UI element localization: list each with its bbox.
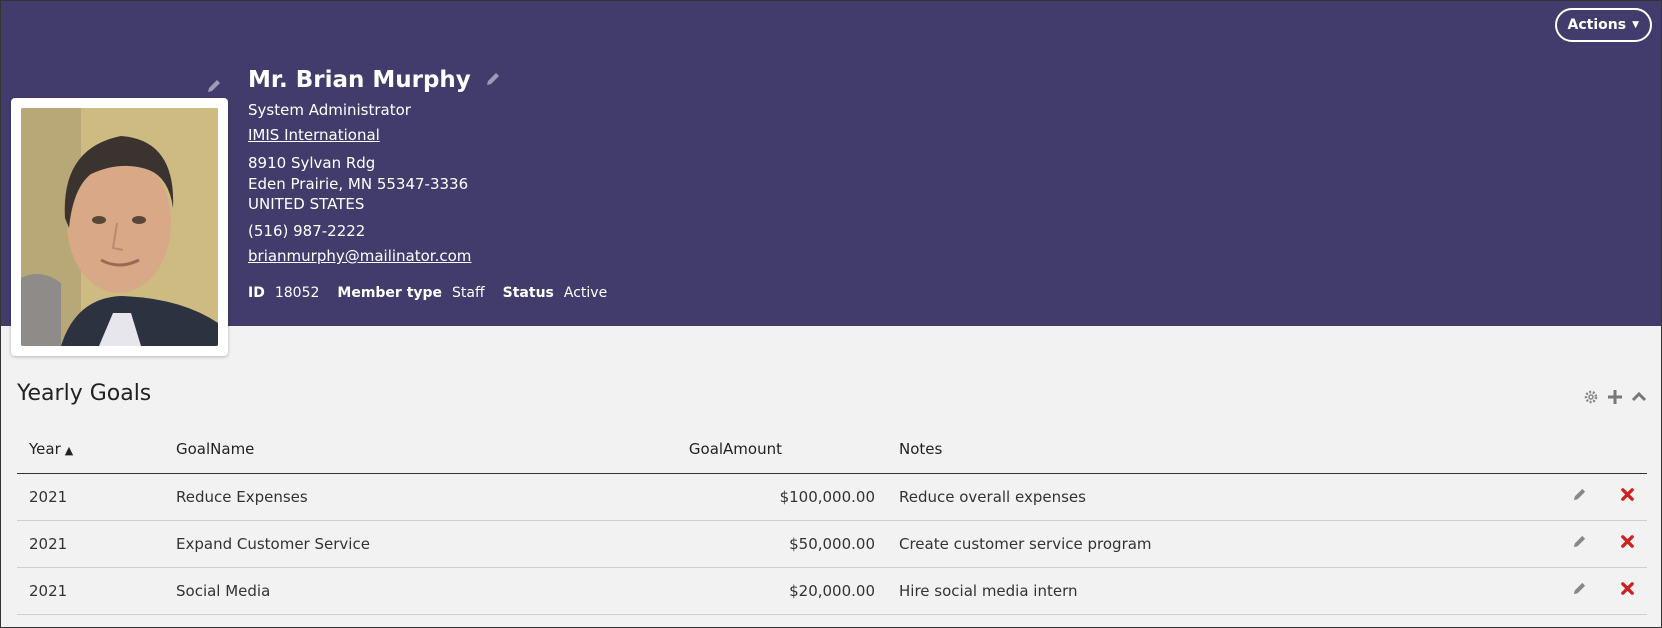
member-type-value: Staff [452, 285, 485, 301]
cell-goal-name: Expand Customer Service [164, 520, 594, 568]
cell-notes: Create customer service program [887, 520, 1387, 568]
row-actions [1387, 473, 1647, 521]
id-label: ID [248, 285, 265, 301]
edit-row-pencil-icon[interactable] [1572, 487, 1587, 506]
edit-row-pencil-icon[interactable] [1572, 581, 1587, 600]
plus-icon[interactable] [1607, 389, 1623, 409]
profile-photo [21, 108, 218, 346]
id-value: 18052 [274, 285, 320, 301]
cell-notes: Hire social media intern [887, 567, 1387, 615]
delete-row-x-icon[interactable] [1620, 581, 1635, 600]
table-row: 2021 Expand Customer Service $50,000.00 … [17, 520, 1647, 568]
cell-goal-name: Reduce Expenses [164, 473, 594, 521]
status-value: Active [563, 285, 608, 301]
column-header-notes[interactable]: Notes [887, 426, 1387, 474]
section-title-yearly-goals: Yearly Goals [17, 381, 152, 406]
status-label: Status [502, 285, 554, 301]
address-country: UNITED STATES [248, 195, 365, 213]
profile-photo-card [11, 98, 228, 356]
row-actions [1387, 520, 1647, 568]
gear-icon[interactable] [1583, 389, 1599, 409]
column-header-actions [1387, 426, 1647, 474]
phone-number: (516) 987-2222 [248, 222, 366, 240]
table-row: 2021 Social Media $20,000.00 Hire social… [17, 567, 1647, 615]
sort-ascending-icon: ▲ [64, 444, 74, 458]
address-line-2: Eden Prairie, MN 55347-3336 [248, 175, 469, 193]
member-type-label: Member type [337, 285, 443, 301]
panel-tools [1583, 389, 1647, 409]
cell-goal-amount: $100,000.00 [594, 473, 887, 521]
cell-goal-amount: $50,000.00 [594, 520, 887, 568]
contact-name: Mr. Brian Murphy [248, 67, 471, 93]
edit-photo-pencil-icon[interactable] [206, 78, 222, 98]
column-header-year[interactable]: Year ▲ [17, 426, 164, 474]
table-row: 2021 Reduce Expenses $100,000.00 Reduce … [17, 473, 1647, 521]
actions-label: Actions [1567, 17, 1627, 33]
edit-name-pencil-icon[interactable] [485, 67, 501, 93]
contact-profile-page: Actions ▼ Mr. Brian Murphy System Admini… [0, 0, 1662, 628]
contact-meta: ID 18052 Member type Staff Status Active [248, 285, 625, 301]
cell-goal-name: Social Media [164, 567, 594, 615]
chevron-up-icon[interactable] [1631, 389, 1647, 409]
column-header-goal-amount[interactable]: GoalAmount [594, 426, 887, 474]
cell-year: 2021 [17, 473, 164, 521]
cell-goal-amount: $20,000.00 [594, 567, 887, 615]
profile-header: Actions ▼ Mr. Brian Murphy System Admini… [1, 1, 1661, 326]
cell-notes: Reduce overall expenses [887, 473, 1387, 521]
delete-row-x-icon[interactable] [1620, 487, 1635, 506]
row-actions [1387, 567, 1647, 615]
cell-year: 2021 [17, 567, 164, 615]
caret-down-icon: ▼ [1632, 20, 1639, 30]
email-link[interactable]: brianmurphy@mailinator.com [248, 247, 471, 265]
contact-name-row: Mr. Brian Murphy [248, 67, 501, 93]
edit-row-pencil-icon[interactable] [1572, 534, 1587, 553]
actions-dropdown-button[interactable]: Actions ▼ [1554, 8, 1652, 42]
address-line-1: 8910 Sylvan Rdg [248, 154, 376, 172]
delete-row-x-icon[interactable] [1620, 534, 1635, 553]
cell-year: 2021 [17, 520, 164, 568]
table-header-row: Year ▲ GoalName GoalAmount Notes [17, 426, 1647, 474]
organization-link[interactable]: IMIS International [248, 126, 380, 144]
column-header-goal-name[interactable]: GoalName [164, 426, 594, 474]
contact-title: System Administrator [248, 101, 411, 119]
yearly-goals-table: Year ▲ GoalName GoalAmount Notes 2021 Red… [17, 426, 1647, 615]
